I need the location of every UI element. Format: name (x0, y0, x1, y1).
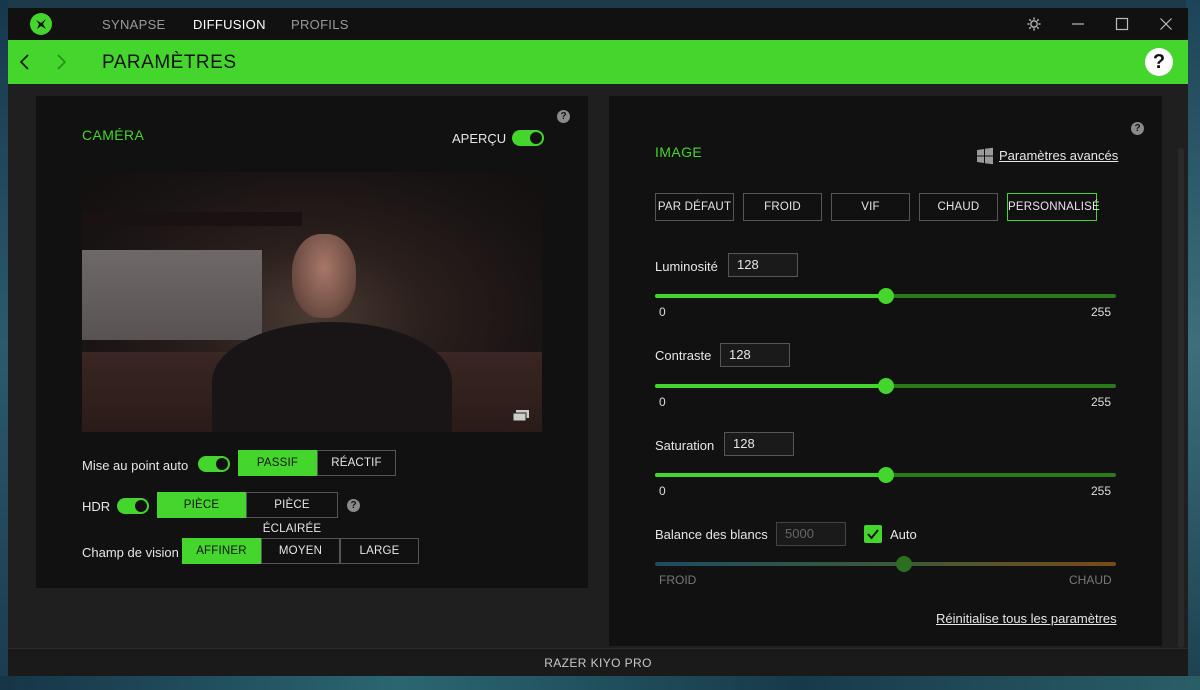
white-balance-label: Balance des blancs (655, 527, 768, 542)
minimize-icon[interactable] (1070, 16, 1086, 32)
razer-logo-icon[interactable] (30, 13, 52, 35)
brightness-min: 0 (659, 305, 666, 319)
contrast-slider-thumb[interactable] (878, 378, 895, 394)
preview-toggle[interactable] (512, 130, 544, 146)
preset-vivid-button[interactable]: VIF (831, 193, 910, 221)
windows-icon (977, 147, 993, 165)
tab-profils[interactable]: PROFILS (291, 17, 349, 32)
brightness-max: 255 (1091, 305, 1112, 319)
page-header: PARAMÈTRES ? (8, 40, 1188, 84)
hdr-dark-room-button[interactable]: PIÈCE SOMBRE (157, 492, 246, 535)
image-help-icon[interactable]: ? (1131, 122, 1144, 135)
fov-refine-button[interactable]: AFFINER (182, 538, 261, 564)
brightness-slider-thumb[interactable] (878, 288, 895, 304)
help-icon[interactable]: ? (1145, 48, 1173, 76)
preview-label: APERÇU (452, 131, 507, 146)
contrast-slider[interactable] (655, 378, 1116, 394)
hdr-label: HDR (82, 499, 111, 514)
device-name: RAZER KIYO PRO (544, 656, 652, 670)
advanced-settings-link[interactable]: Paramètres avancés (999, 148, 1118, 163)
hdr-toggle[interactable] (117, 498, 149, 514)
hdr-bright-room-button[interactable]: PIÈCE ÉCLAIRÉE (246, 492, 338, 535)
white-balance-auto-label: Auto (890, 527, 917, 542)
camera-title: CAMÉRA (82, 127, 145, 143)
autofocus-reactive-button[interactable]: RÉACTIF (317, 450, 396, 476)
back-arrow-icon[interactable] (18, 52, 32, 72)
fov-label: Champ de vision (82, 545, 179, 560)
app-window: SYNAPSE DIFFUSION PROFILS PARAMÈTRES ? ?… (8, 8, 1188, 676)
contrast-max: 255 (1091, 395, 1112, 409)
maximize-icon[interactable] (1114, 16, 1130, 32)
camera-help-icon[interactable]: ? (557, 110, 570, 123)
forward-arrow-icon[interactable] (54, 52, 68, 72)
preset-cold-button[interactable]: FROID (743, 193, 822, 221)
white-balance-auto-checkbox[interactable] (864, 525, 882, 543)
preset-default-button[interactable]: PAR DÉFAUT (655, 193, 734, 221)
saturation-max: 255 (1091, 484, 1112, 498)
white-balance-slider-thumb[interactable] (895, 556, 912, 572)
saturation-min: 0 (659, 484, 666, 498)
preset-warm-button[interactable]: CHAUD (919, 193, 998, 221)
scrollbar[interactable] (1178, 148, 1184, 648)
fov-medium-button[interactable]: MOYEN (261, 538, 340, 564)
page-title: PARAMÈTRES (102, 52, 237, 73)
desktop-background-right (1186, 0, 1200, 690)
autofocus-label: Mise au point auto (82, 458, 189, 473)
settings-gear-icon[interactable] (1026, 16, 1042, 32)
white-balance-slider[interactable] (655, 556, 1116, 572)
title-bar: SYNAPSE DIFFUSION PROFILS (8, 8, 1188, 40)
saturation-slider-thumb[interactable] (878, 467, 895, 483)
close-icon[interactable] (1158, 16, 1174, 32)
desktop-background-left (0, 0, 8, 690)
saturation-label: Saturation (655, 438, 715, 453)
camera-preview (82, 172, 542, 432)
white-balance-input[interactable]: 5000 (776, 522, 846, 546)
autofocus-passive-button[interactable]: PASSIF (238, 450, 317, 476)
brightness-slider[interactable] (655, 288, 1116, 304)
image-panel: ? IMAGE Paramètres avancés PAR DÉFAUT FR… (609, 96, 1162, 646)
status-bar: RAZER KIYO PRO (8, 648, 1188, 676)
tab-diffusion[interactable]: DIFFUSION (193, 17, 266, 32)
white-balance-min: FROID (659, 573, 697, 587)
saturation-input[interactable]: 128 (724, 432, 794, 456)
white-balance-max: CHAUD (1069, 573, 1112, 587)
contrast-min: 0 (659, 395, 666, 409)
desktop-background-bottom (0, 676, 1200, 690)
contrast-input[interactable]: 128 (720, 343, 790, 367)
camera-panel: ? CAMÉRA APERÇU Mise au point auto PASSI… (36, 96, 588, 588)
fov-large-button[interactable]: LARGE (340, 538, 419, 564)
autofocus-toggle[interactable] (198, 456, 230, 472)
fullscreen-preview-icon[interactable] (512, 409, 530, 422)
preset-custom-button[interactable]: PERSONNALISÉ (1007, 193, 1100, 221)
tab-synapse[interactable]: SYNAPSE (102, 17, 166, 32)
image-title: IMAGE (655, 144, 703, 160)
hdr-help-icon[interactable]: ? (347, 499, 360, 512)
reset-settings-link[interactable]: Réinitialise tous les paramètres (936, 611, 1117, 626)
contrast-label: Contraste (655, 348, 712, 363)
brightness-label: Luminosité (655, 259, 718, 274)
saturation-slider[interactable] (655, 467, 1116, 483)
brightness-input[interactable]: 128 (728, 253, 798, 277)
